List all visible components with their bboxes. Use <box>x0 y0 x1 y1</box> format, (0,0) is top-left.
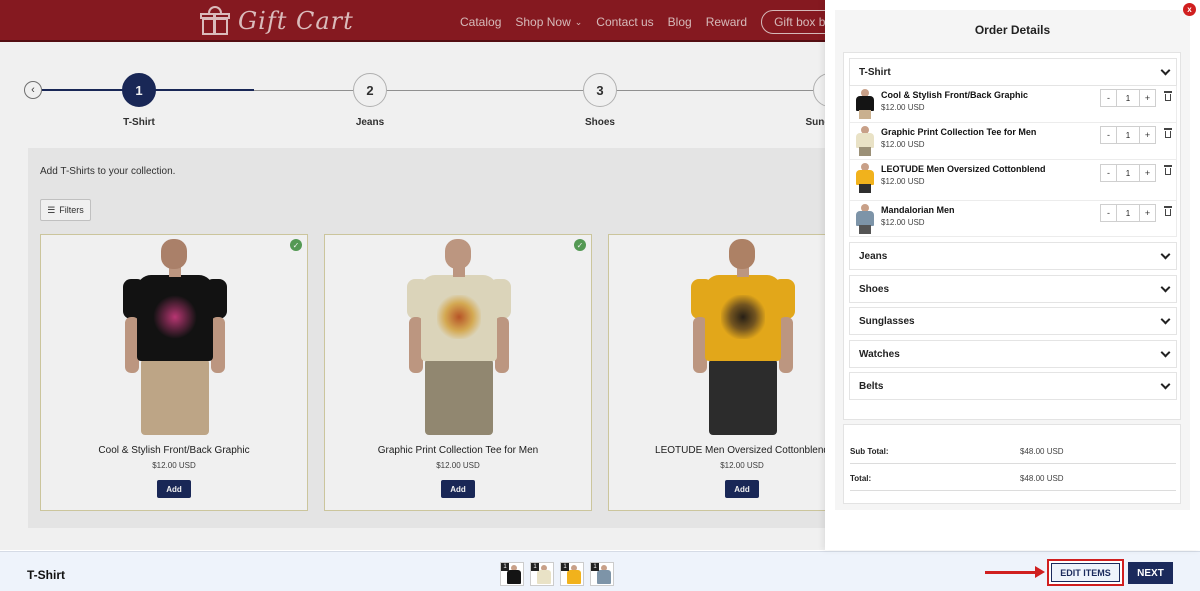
accordion-belts[interactable]: Belts <box>849 372 1177 400</box>
order-item-price: $12.00 USD <box>881 140 925 149</box>
increase-button[interactable]: + <box>1139 165 1155 181</box>
order-item-name: Mandalorian Men <box>881 205 955 215</box>
quantity-badge: 1 <box>531 563 539 571</box>
drawer-title: Order Details <box>974 23 1051 37</box>
quantity-value[interactable]: 1 <box>1117 90 1139 106</box>
chevron-down-icon <box>1160 316 1170 326</box>
order-item-price: $12.00 USD <box>881 177 925 186</box>
order-item-price: $12.00 USD <box>881 218 925 227</box>
total-value: $48.00 USD <box>1020 474 1064 483</box>
quantity-badge: 1 <box>591 563 599 571</box>
chevron-down-icon <box>1160 381 1170 391</box>
chevron-down-icon <box>1160 349 1170 359</box>
total-row: Total: $48.00 USD <box>850 465 1176 491</box>
quantity-value[interactable]: 1 <box>1117 127 1139 143</box>
quantity-stepper: - 1 + <box>1100 126 1156 144</box>
order-details-drawer: Order Details T-Shirt Cool & Stylish Fro… <box>825 0 1200 550</box>
order-accordion: T-Shirt Cool & Stylish Front/Back Graphi… <box>843 52 1181 420</box>
order-details-panel: Order Details T-Shirt Cool & Stylish Fro… <box>835 10 1190 510</box>
order-item-name: Graphic Print Collection Tee for Men <box>881 127 1037 137</box>
quantity-stepper: - 1 + <box>1100 164 1156 182</box>
increase-button[interactable]: + <box>1139 205 1155 221</box>
quantity-badge: 1 <box>501 563 509 571</box>
increase-button[interactable]: + <box>1139 90 1155 106</box>
increase-button[interactable]: + <box>1139 127 1155 143</box>
trash-icon[interactable] <box>1164 128 1172 138</box>
selected-item-thumb[interactable]: 1 <box>560 562 584 586</box>
selected-item-thumb[interactable]: 1 <box>590 562 614 586</box>
chevron-down-icon <box>1160 251 1170 261</box>
trash-icon[interactable] <box>1164 206 1172 216</box>
accordion-tshirt[interactable]: T-Shirt <box>849 58 1177 86</box>
edit-items-button[interactable]: EDIT ITEMS <box>1047 559 1124 586</box>
accordion-watches[interactable]: Watches <box>849 340 1177 368</box>
order-item-image <box>854 126 876 156</box>
quantity-value[interactable]: 1 <box>1117 165 1139 181</box>
trash-icon[interactable] <box>1164 91 1172 101</box>
order-item-name: LEOTUDE Men Oversized Cottonblend <box>881 164 1046 174</box>
total-label: Total: <box>850 474 872 483</box>
next-button[interactable]: NEXT <box>1128 562 1173 584</box>
quantity-badge: 1 <box>561 563 569 571</box>
quantity-value[interactable]: 1 <box>1117 205 1139 221</box>
order-item: Cool & Stylish Front/Back Graphic $12.00… <box>849 86 1177 123</box>
decrease-button[interactable]: - <box>1101 127 1117 143</box>
decrease-button[interactable]: - <box>1101 165 1117 181</box>
order-item-price: $12.00 USD <box>881 103 925 112</box>
order-totals: Sub Total: $48.00 USD Total: $48.00 USD <box>843 424 1181 504</box>
order-item-image <box>854 204 876 234</box>
selected-item-thumb[interactable]: 1 <box>500 562 524 586</box>
annotation-arrow <box>985 571 1040 574</box>
order-item: Graphic Print Collection Tee for Men $12… <box>849 123 1177 160</box>
quantity-stepper: - 1 + <box>1100 89 1156 107</box>
order-item-name: Cool & Stylish Front/Back Graphic <box>881 90 1029 100</box>
quantity-stepper: - 1 + <box>1100 204 1156 222</box>
accordion-jeans[interactable]: Jeans <box>849 242 1177 270</box>
order-item-image <box>854 89 876 119</box>
subtotal-label: Sub Total: <box>850 447 889 456</box>
current-category-title: T-Shirt <box>27 568 65 582</box>
chevron-down-icon <box>1160 284 1170 294</box>
order-item: Mandalorian Men $12.00 USD - 1 + <box>849 201 1177 237</box>
selected-item-thumb[interactable]: 1 <box>530 562 554 586</box>
order-item-image <box>854 163 876 193</box>
order-item: LEOTUDE Men Oversized Cottonblend $12.00… <box>849 160 1177 201</box>
trash-icon[interactable] <box>1164 165 1172 175</box>
subtotal-value: $48.00 USD <box>1020 447 1064 456</box>
decrease-button[interactable]: - <box>1101 205 1117 221</box>
modal-backdrop[interactable] <box>0 0 825 550</box>
selected-items-thumbnails: 1 1 1 1 <box>500 562 614 586</box>
accordion-sunglasses[interactable]: Sunglasses <box>849 307 1177 335</box>
chevron-down-icon <box>1160 67 1170 77</box>
close-drawer-button[interactable]: x <box>1183 3 1196 16</box>
annotation-arrow-head <box>1035 566 1045 578</box>
subtotal-row: Sub Total: $48.00 USD <box>850 438 1176 464</box>
decrease-button[interactable]: - <box>1101 90 1117 106</box>
accordion-shoes[interactable]: Shoes <box>849 275 1177 303</box>
